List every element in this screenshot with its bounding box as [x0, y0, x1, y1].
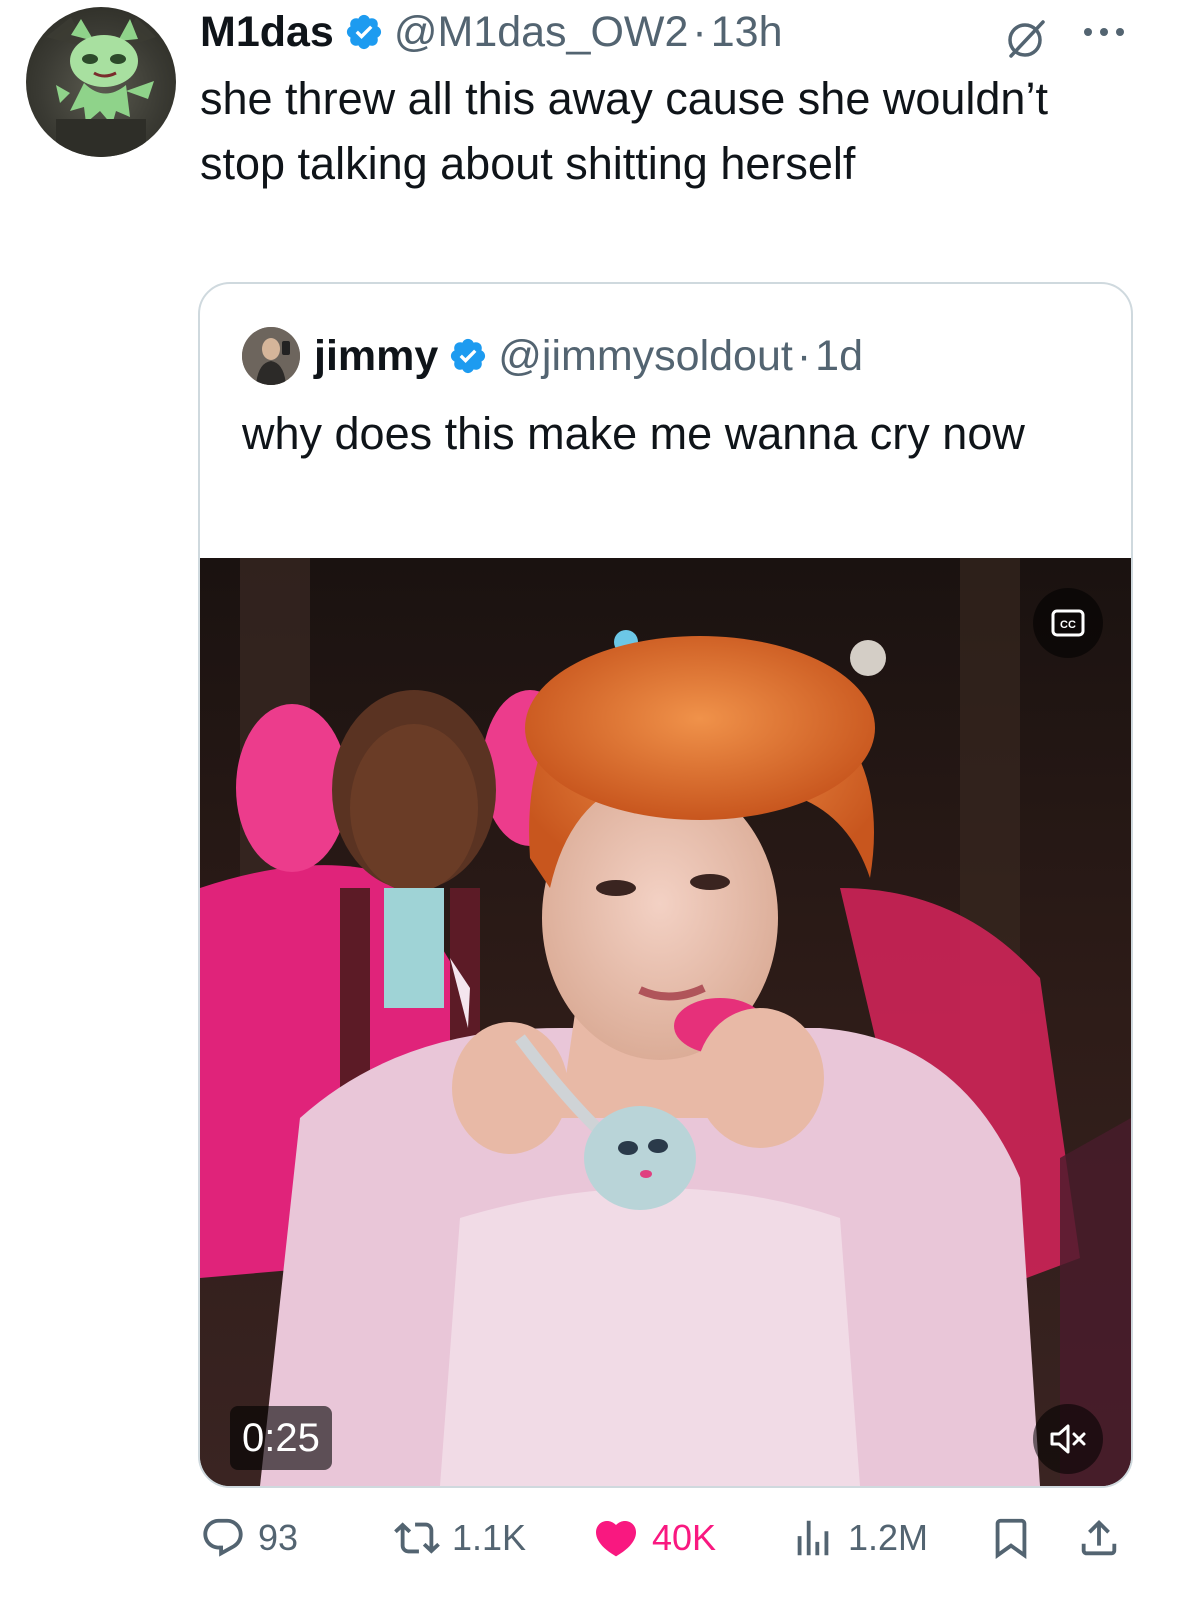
- heart-filled-icon: [595, 1521, 637, 1557]
- header-separator: ·: [692, 7, 707, 56]
- views-button[interactable]: 1.2M: [790, 1508, 928, 1568]
- author-avatar[interactable]: [26, 7, 176, 157]
- repost-count: 1.1K: [452, 1517, 527, 1558]
- quoted-tweet-card[interactable]: jimmy @jimmysoldout · 1d why does this m…: [198, 282, 1133, 1488]
- bookmark-button[interactable]: [988, 1508, 1046, 1568]
- share-button[interactable]: [1076, 1508, 1134, 1568]
- green-cat-character-icon: [46, 17, 156, 157]
- grok-icon[interactable]: [1003, 16, 1047, 60]
- views-bar-chart-icon: [797, 1520, 829, 1556]
- like-button[interactable]: 40K: [592, 1508, 716, 1568]
- more-options-icon[interactable]: [1080, 20, 1128, 44]
- mute-button[interactable]: [1033, 1404, 1103, 1474]
- svg-text:CC: CC: [1060, 619, 1076, 631]
- tweet-timestamp[interactable]: 13h: [711, 8, 783, 57]
- author-display-name[interactable]: M1das: [200, 8, 334, 57]
- video-duration: 0:25: [230, 1406, 332, 1470]
- views-count: 1.2M: [848, 1517, 929, 1558]
- reply-icon: [203, 1518, 243, 1557]
- repost-icon: [394, 1522, 440, 1554]
- quoted-tweet-timestamp[interactable]: 1d: [815, 332, 863, 381]
- quoted-header-separator: ·: [796, 331, 812, 380]
- quoted-verified-badge-icon: [448, 336, 488, 376]
- video-player[interactable]: CC 0:25: [200, 558, 1131, 1486]
- closed-captions-icon: CC: [1051, 609, 1085, 637]
- muted-speaker-icon: [1050, 1424, 1086, 1454]
- like-count: 40K: [652, 1517, 717, 1558]
- repost-button[interactable]: 1.1K: [394, 1508, 526, 1568]
- quoted-author-avatar[interactable]: [242, 327, 300, 385]
- quoted-tweet-text: why does this make me wanna cry now: [242, 408, 1025, 459]
- reply-count: 93: [258, 1517, 299, 1558]
- closed-captions-button[interactable]: CC: [1033, 588, 1103, 658]
- reply-button[interactable]: 93: [200, 1508, 298, 1568]
- author-handle[interactable]: @M1das_OW2: [394, 8, 689, 57]
- tweet-text: she threw all this away cause she wouldn…: [200, 73, 1048, 189]
- bookmark-icon: [995, 1518, 1027, 1559]
- verified-badge-icon: [344, 12, 384, 52]
- quoted-author-handle[interactable]: @jimmysoldout: [498, 332, 793, 381]
- quoted-tweet-header: jimmy @jimmysoldout · 1d: [242, 326, 863, 386]
- video-frame: [200, 558, 1131, 1486]
- tweet-header: M1das @M1das_OW2 · 13h: [200, 6, 783, 58]
- tweet-action-bar: 93 1.1K 40K 1.2M: [0, 1508, 1179, 1568]
- share-icon: [1081, 1519, 1117, 1556]
- quoted-author-display-name[interactable]: jimmy: [314, 332, 438, 381]
